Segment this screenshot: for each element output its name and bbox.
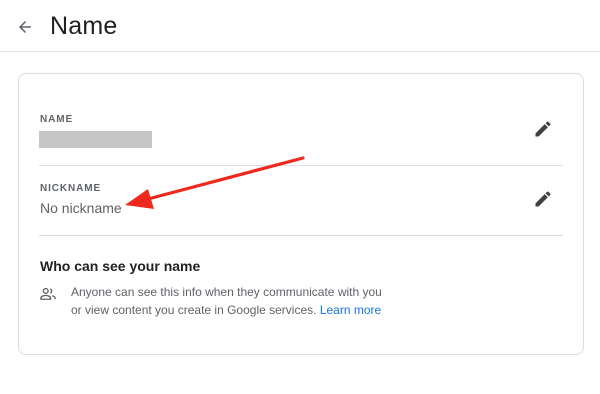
nickname-row[interactable]: NICKNAME No nickname [39,165,563,236]
nickname-label: NICKNAME [40,183,102,194]
edit-nickname-button[interactable] [531,187,555,211]
name-settings-card: NAME NICKNAME No nickname Who can see yo… [18,73,584,355]
people-icon [40,287,56,300]
name-label: NAME [40,114,74,125]
pencil-icon [535,191,551,207]
nickname-value: No nickname [40,200,122,216]
back-button[interactable] [12,14,38,40]
top-app-bar: Name [0,0,600,52]
visibility-heading: Who can see your name [40,258,201,274]
arrow-left-icon [19,21,31,33]
pencil-icon [535,121,551,137]
edit-name-button[interactable] [531,117,555,141]
redacted-name-value [39,131,152,148]
visibility-description: Anyone can see this info when they commu… [71,283,391,319]
page-title: Name [50,12,118,40]
learn-more-link[interactable]: Learn more [320,303,381,317]
name-row[interactable]: NAME [39,74,563,166]
